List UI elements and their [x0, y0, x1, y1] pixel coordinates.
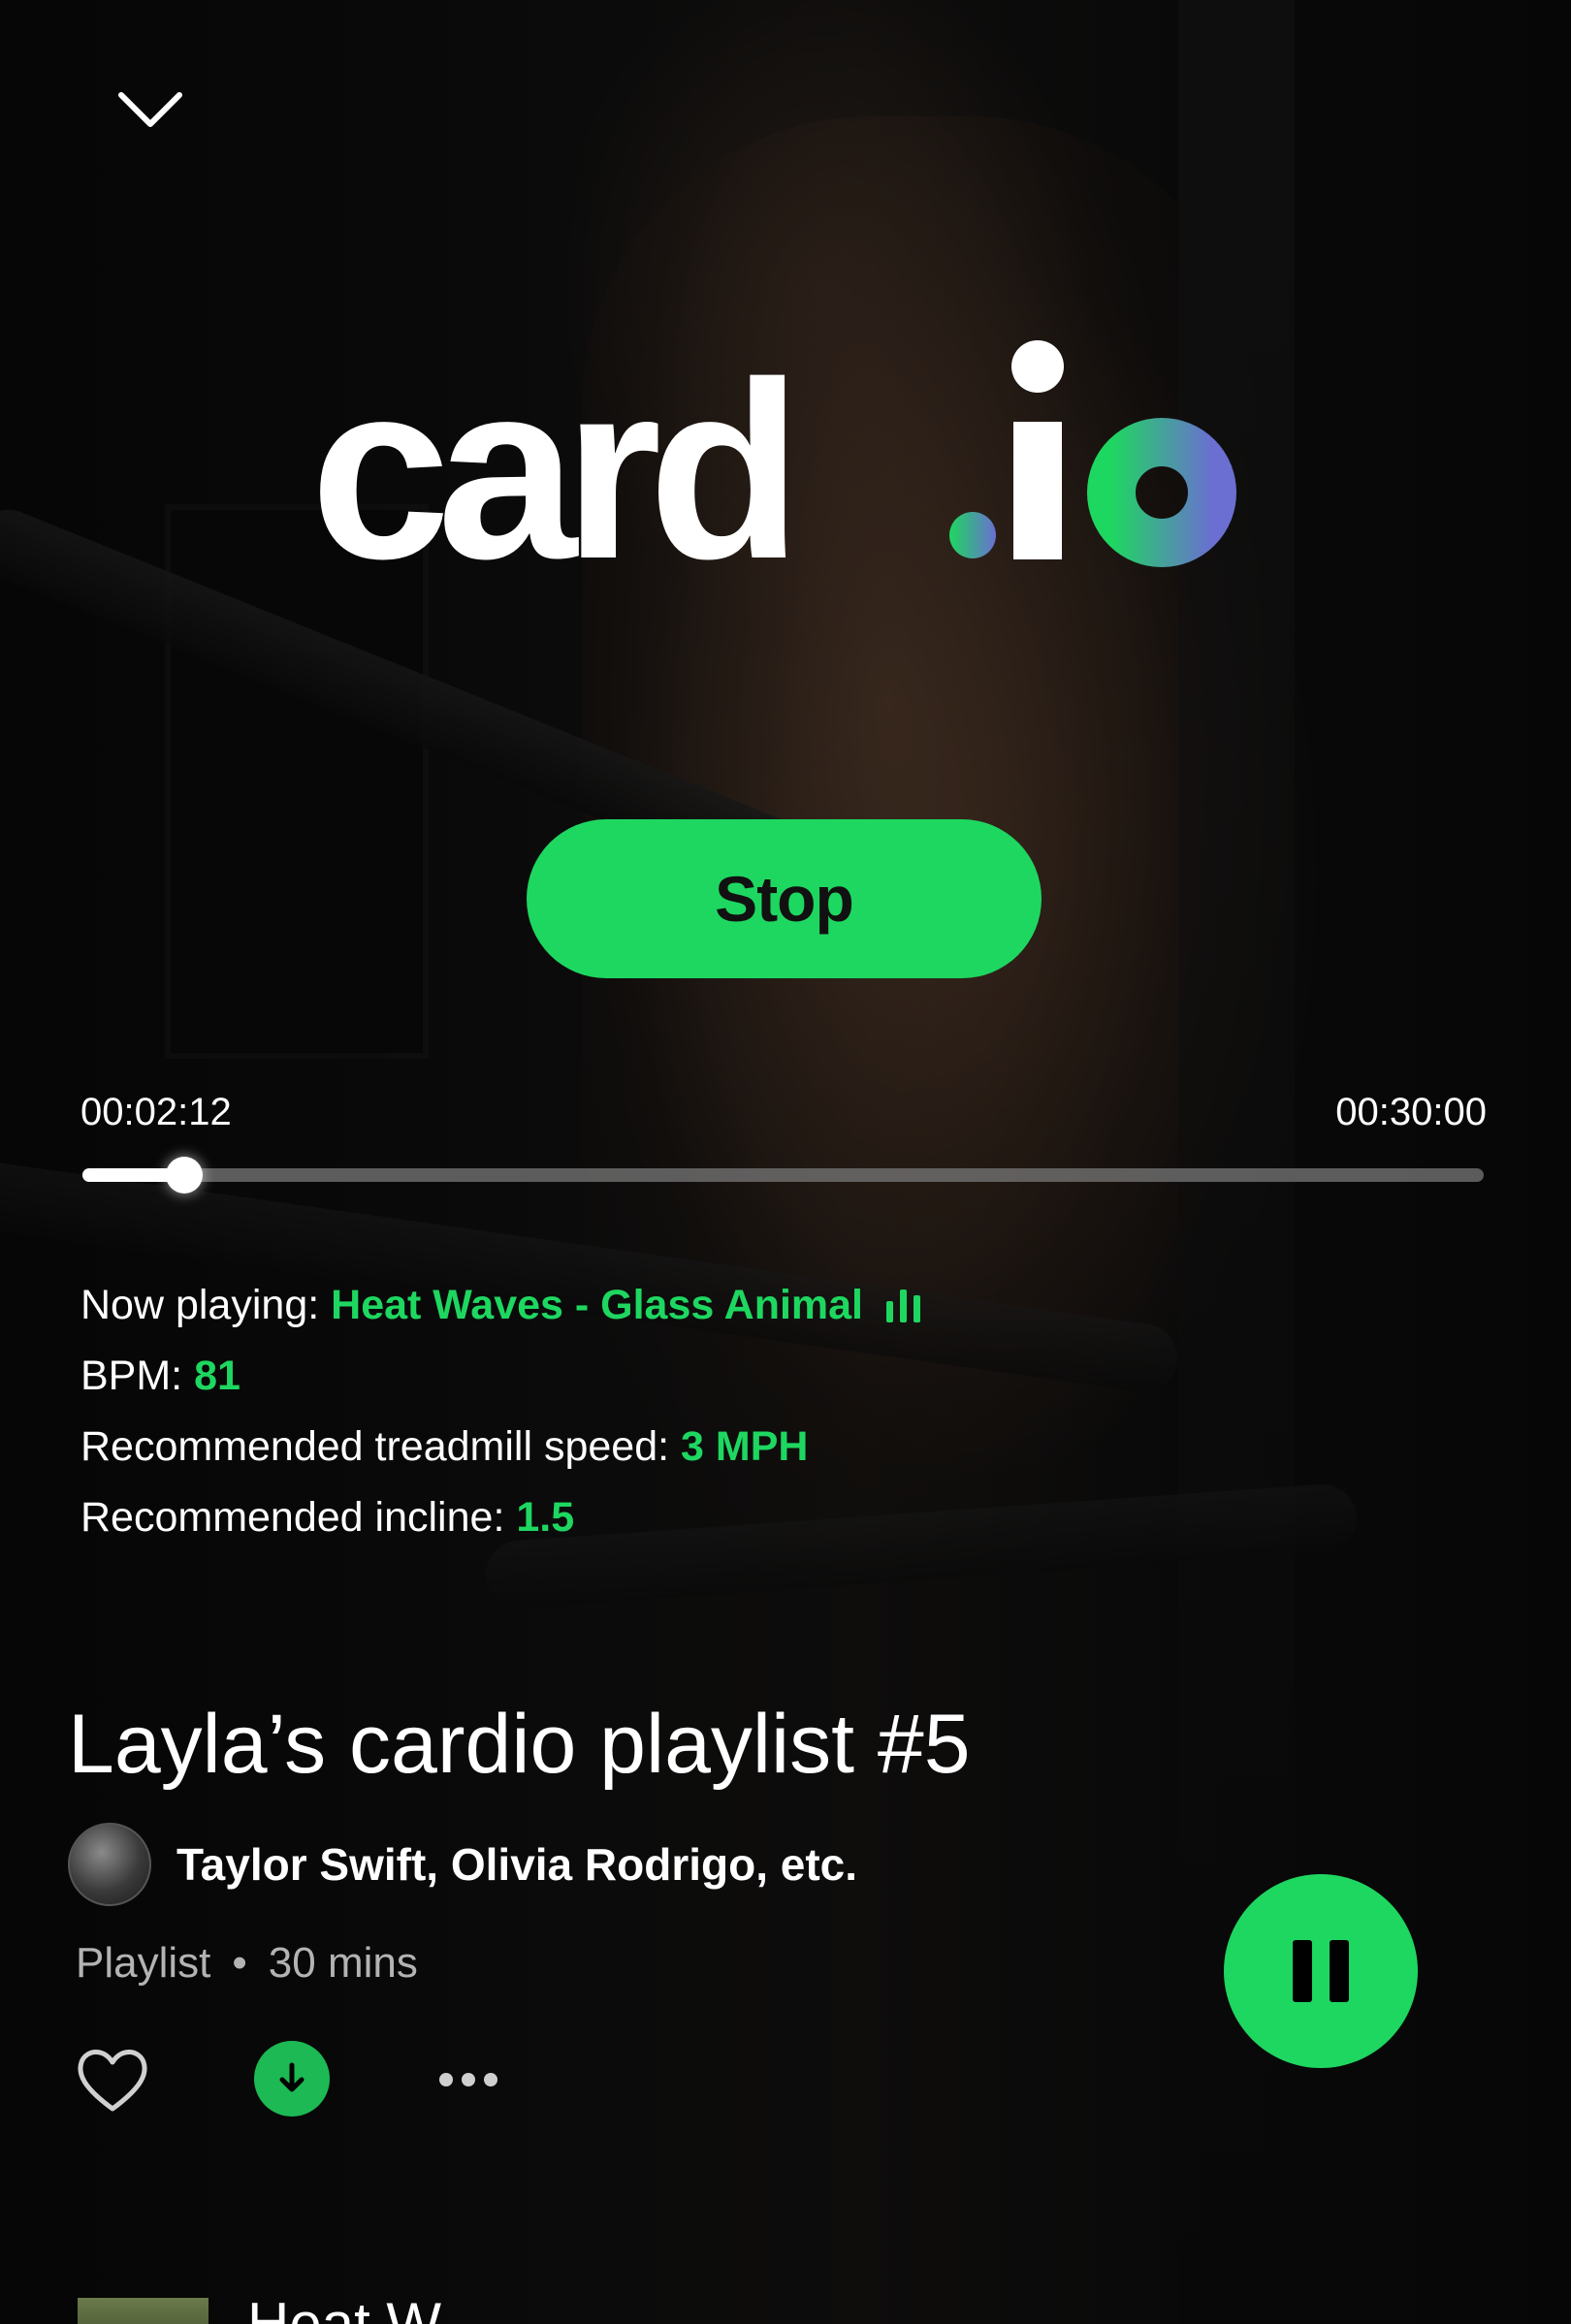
- logo-dot: [949, 512, 996, 558]
- speed-value: 3 MPH: [681, 1423, 809, 1470]
- playlist-artists-row[interactable]: Taylor Swift, Olivia Rodrigo, etc.: [68, 1823, 857, 1906]
- logo-letter-i: [1013, 422, 1062, 559]
- logo-letter-i-dot: [1011, 340, 1064, 393]
- bpm-value: 81: [194, 1353, 240, 1399]
- playlist-type: Playlist: [76, 1939, 211, 1987]
- bpm-label: BPM:: [80, 1353, 183, 1399]
- total-time: 00:30:00: [1335, 1091, 1487, 1133]
- now-playing-label: Now playing:: [80, 1282, 320, 1328]
- logo-letter-o: [1087, 418, 1236, 567]
- more-options-button[interactable]: [434, 2060, 502, 2099]
- incline-label: Recommended incline:: [80, 1494, 505, 1541]
- elapsed-time: 00:02:12: [80, 1091, 232, 1133]
- logo-text-main: card: [310, 331, 788, 572]
- track-thumbnail: [78, 2298, 208, 2324]
- incline-value: 1.5: [516, 1494, 575, 1541]
- workout-info: Now playing: Heat Waves - Glass Animal B…: [80, 1270, 923, 1553]
- track-title: Heat W: [247, 2291, 442, 2324]
- playlist-duration: 30 mins: [268, 1939, 418, 1987]
- collapse-player-button[interactable]: [112, 78, 189, 145]
- playlist-title: Layla’s cardio playlist #5: [68, 1698, 971, 1791]
- bpm-row: BPM: 81: [80, 1341, 923, 1412]
- like-button[interactable]: [74, 2041, 151, 2118]
- progress-bar[interactable]: [82, 1157, 1484, 1194]
- heart-icon: [78, 2050, 147, 2112]
- download-button[interactable]: [254, 2041, 330, 2117]
- chevron-down-icon: [118, 92, 182, 127]
- equalizer-icon: [885, 1289, 920, 1322]
- now-playing-row: Now playing: Heat Waves - Glass Animal: [80, 1270, 923, 1341]
- player-screen: card Stop 00:02:12 00:30:00 Now playing:…: [0, 0, 1571, 2324]
- incline-row: Recommended incline: 1.5: [80, 1482, 923, 1553]
- pause-icon: [1293, 1940, 1349, 2002]
- app-logo: card: [310, 331, 1236, 572]
- playlist-artists: Taylor Swift, Olivia Rodrigo, etc.: [176, 1839, 858, 1890]
- download-arrow-icon: [279, 2062, 305, 2092]
- track-list-item[interactable]: Heat W: [78, 2291, 441, 2324]
- speed-row: Recommended treadmill speed: 3 MPH: [80, 1412, 923, 1482]
- playlist-meta: Playlist • 30 mins: [76, 1939, 418, 1988]
- pause-button[interactable]: [1224, 1874, 1418, 2068]
- stop-button[interactable]: Stop: [527, 819, 1042, 978]
- more-dots-icon: [439, 2073, 497, 2086]
- artist-avatar: [68, 1823, 151, 1906]
- meta-separator: •: [232, 1939, 247, 1987]
- now-playing-value: Heat Waves - Glass Animal: [331, 1282, 863, 1328]
- speed-label: Recommended treadmill speed:: [80, 1423, 670, 1470]
